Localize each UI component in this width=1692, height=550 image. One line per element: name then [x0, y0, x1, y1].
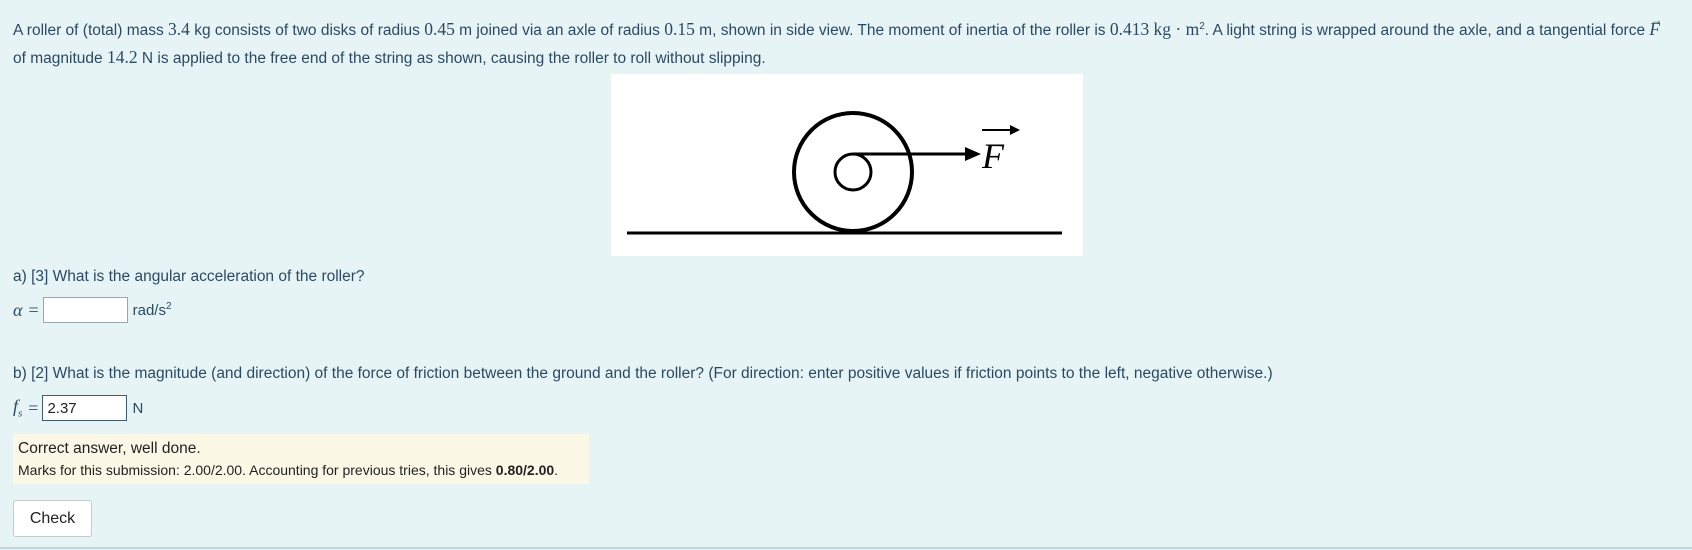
- part-a-answer-row: α = rad/s2: [13, 297, 172, 323]
- angular-acceleration-input[interactable]: [42, 297, 128, 323]
- inertia-unit: kg · m: [1153, 19, 1200, 40]
- roller-diagram-svg: F: [627, 111, 1062, 235]
- force-magnitude-value: 14.2: [106, 47, 138, 68]
- force-vector-symbol: → F: [1649, 13, 1663, 40]
- feedback-correct-text: Correct answer, well done.: [18, 440, 201, 457]
- friction-force-input[interactable]: [42, 395, 128, 421]
- roller-axle: [833, 152, 873, 192]
- alpha-symbol: α: [13, 299, 23, 320]
- mass-value: 3.4: [168, 19, 190, 40]
- force-label: F: [981, 136, 1005, 176]
- force-label-arrowhead: [1010, 125, 1020, 135]
- angular-acceleration-unit: rad/s2: [132, 301, 172, 319]
- feedback-marks-text: Marks for this submission: 2.00/2.00. Ac…: [18, 462, 559, 478]
- axle-radius-value: 0.15: [664, 19, 695, 40]
- friction-force-unit: N: [132, 399, 144, 417]
- part-b-answer-row: fs = N: [13, 395, 143, 421]
- feedback-box: Correct answer, well done. Marks for thi…: [13, 434, 589, 484]
- roller-disk: [792, 111, 914, 233]
- roller-diagram: F: [611, 74, 1083, 256]
- force-arrowhead: [965, 147, 981, 161]
- friction-symbol: fs: [13, 396, 23, 420]
- part-a-question: a) [3] What is the angular acceleration …: [13, 268, 365, 285]
- inertia-value: 0.413: [1109, 19, 1150, 40]
- question-text: A roller of (total) mass 3.4 kg consists…: [13, 13, 1663, 68]
- bottom-divider: [0, 547, 1692, 549]
- disk-radius-value: 0.45: [424, 19, 455, 40]
- check-button[interactable]: Check: [13, 500, 92, 537]
- part-b-question: b) [2] What is the magnitude (and direct…: [13, 365, 1273, 382]
